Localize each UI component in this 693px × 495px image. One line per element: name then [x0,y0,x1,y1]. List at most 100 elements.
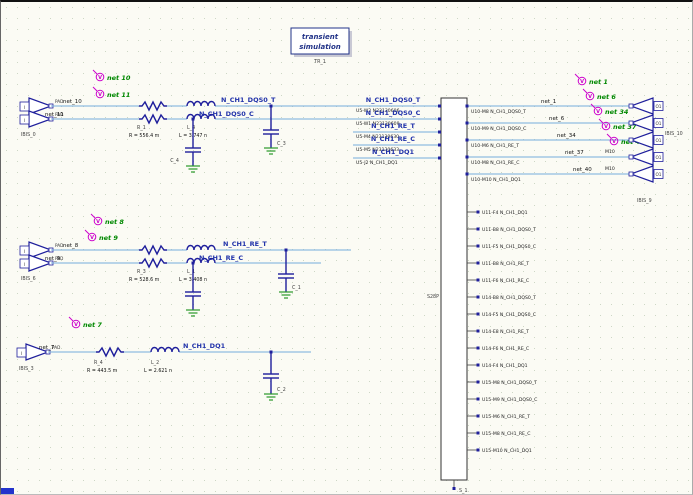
title-line2: simulation [299,43,341,51]
component-value: L = 2.621 n [144,368,172,374]
buffer-pin-label: O1 [656,121,662,126]
signal-label[interactable]: N_CH1_DQS0_T [366,96,421,104]
voltage-probe-icon[interactable]: V [90,213,103,226]
net-label[interactable]: net_37 [565,150,584,156]
signal-label[interactable]: N_CH1_DQ1 [183,342,226,350]
svg-text:V: V [588,94,592,100]
capacitor[interactable]: C_3 [263,104,286,155]
net-label[interactable]: net_34 [557,133,576,139]
net-label[interactable]: net_40 [573,167,592,173]
pin-label: U10-M8 N_CH1_DQS0_T [471,109,526,115]
component-ref: IBIS_0 [21,132,36,138]
capacitor[interactable]: C_1 [278,248,301,299]
signal-label[interactable]: N_CH1_RE_C [199,254,243,262]
pin-label: U10-M6 N_CH1_RE_T [471,143,519,149]
ground-symbol [186,165,200,173]
pin-label: U11-B8 N_CH1_DQS0_T [482,227,536,233]
component-value: R = 528.6 m [129,277,160,283]
probe-label[interactable]: net 1 [589,78,608,86]
component-ref: IBIS_10 [665,131,683,137]
corner-marker [1,488,14,494]
probe-label[interactable]: net 8 [105,218,124,226]
resistor[interactable] [96,346,124,358]
title-ref: TR_1 [313,59,326,65]
inductor[interactable] [186,244,216,251]
voltage-probe-icon[interactable]: V [598,118,611,131]
net-label[interactable]: net_6 [549,116,565,122]
buffer-pin-label: I [24,262,25,267]
right-buffer-bank: V net 1 V net 6 V net 34 V net 37 V net … [574,73,683,204]
ibis-buffer[interactable]: O1 [628,97,664,115]
capacitor[interactable]: C_2 [263,350,286,401]
capacitor[interactable]: C_4 [170,117,201,173]
connector-right-stub-rows: U11-F4 N_CH1_DQ1 U11-B8 N_CH1_DQS0_T U11… [467,210,537,454]
pin-label: U15-M8 N_CH1_DQS0_T [482,380,537,386]
svg-text:V: V [98,92,102,98]
net-label[interactable]: net_11 [45,112,64,118]
svg-text:V: V [90,235,94,241]
voltage-probe-icon[interactable]: V [92,69,105,82]
inductor[interactable] [150,346,180,353]
voltage-probe-icon[interactable]: V [574,73,587,86]
voltage-probe-icon[interactable]: V [92,86,105,99]
pin-label: U10-M10 N_CH1_DQ1 [471,177,521,183]
ibis-buffer[interactable]: O1 [628,148,664,166]
schematic-canvas: transient simulation TR_1 V net 10 V net… [0,0,693,495]
signal-label[interactable]: N_CH1_RE_C [371,135,415,143]
voltage-probe-icon[interactable]: V [582,88,595,101]
inductor[interactable] [186,100,216,107]
ground-symbol [279,291,293,299]
signal-label[interactable]: N_CH1_DQS0_C [366,109,421,117]
component-value: R = 556.4 m [129,133,160,139]
probe-label[interactable]: net 9 [99,234,118,242]
net-label[interactable]: net_1 [541,99,556,105]
probe-label[interactable]: net 6 [597,93,616,101]
voltage-probe-icon[interactable]: V [84,229,97,242]
group-dqs0: V net 10 V net 11 I PAD I PAD IBIS_0 net… [19,69,441,173]
probe-label[interactable]: net 10 [107,74,131,82]
pin-label: U14-B8 N_CH1_DQS0_T [482,295,536,301]
resistor[interactable] [139,244,167,256]
svg-text:V: V [604,124,608,130]
buffer-pin-label: I [24,249,25,254]
net-label[interactable]: net_7 [39,345,55,351]
probe-label[interactable]: net 34 [605,108,629,116]
buffer-pin-label: I [24,105,25,110]
signal-label[interactable]: N_CH1_DQ1 [372,148,415,156]
probe-label[interactable]: net 11 [107,91,130,99]
svg-text:V: V [580,79,584,85]
resistor[interactable] [139,113,167,125]
simulation-title-block[interactable]: transient simulation TR_1 [290,27,352,65]
ibis-buffer[interactable]: O1 [628,165,664,183]
pin-label: U15-M8 N_CH1_RE_C [482,431,530,437]
resistor[interactable] [139,257,167,269]
pin-label: U14-F6 N_CH1_RE_C [482,346,529,352]
component-ref: IBIS_6 [21,276,36,282]
pin-label: U11-B8 N_CH1_RE_T [482,261,529,267]
signal-label[interactable]: N_CH1_DQS0_T [221,96,276,104]
pin-label: U5-J2 N_CH1_DQ1 [356,160,398,166]
net-label[interactable]: net_9 [45,256,61,262]
pin-label: U11-F4 N_CH1_DQ1 [482,210,528,216]
component-ref: C_2 [277,387,286,393]
connector-body[interactable] [440,97,468,481]
net-label[interactable]: net_10 [63,99,82,105]
net-label[interactable]: net_8 [63,243,79,249]
group-dq1: V net 7 I PAD IBIS_3 net_7 R_4 R = 443.5… [16,316,311,401]
signal-label[interactable]: N_CH1_RE_T [223,240,267,248]
signal-label[interactable]: N_CH1_RE_T [371,122,415,130]
voltage-probe-icon[interactable]: V [68,316,81,329]
resistor[interactable] [139,100,167,112]
connector-s28p[interactable]: S28P S_1 N_CH1_DQS0_T U5-W2 N23130606 N_… [353,96,629,494]
component-value: R = 443.5 m [87,368,118,374]
svg-text:V: V [98,75,102,81]
buffer-pin-label: O1 [656,155,662,160]
signal-label[interactable]: N_CH1_DQS0_C [199,110,254,118]
pin-label: U14-F4 N_CH1_DQ1 [482,363,528,369]
svg-text:V: V [74,322,78,328]
connector-bottom-ref: S_1 [459,488,468,494]
probe-label[interactable]: net 7 [83,321,102,329]
pin-label: U15-M9 N_CH1_DQS0_C [482,397,537,403]
pin-label: U10-M9 N_CH1_DQS0_C [471,126,526,132]
pin-label: U14-E8 N_CH1_RE_T [482,329,529,335]
